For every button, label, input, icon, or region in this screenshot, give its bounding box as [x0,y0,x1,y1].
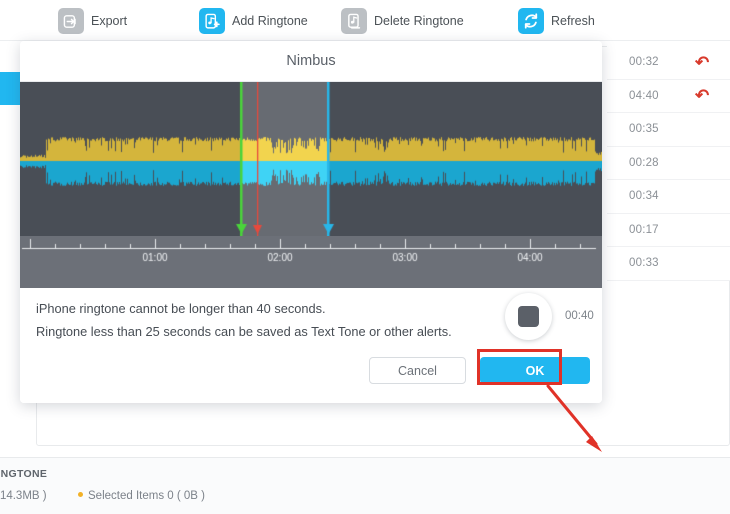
duration-cell: 04:40 [629,89,659,102]
dialog-ok-button[interactable]: OK [480,357,590,384]
duration-cell: 00:35 [629,123,659,136]
table-row[interactable]: 00:28 [607,147,730,180]
items-count-label: ems ( 14.3MB ) [0,490,47,502]
ringtone-editor-dialog: Nimbus iPhone ringtone cannot be longer … [20,41,602,403]
duration-column: 00:32 ↷ 04:40 ↷ 00:35 00:28 00:34 00:17 00:33 [607,46,730,281]
dialog-body: iPhone ringtone cannot be longer than 40… [20,288,602,403]
toolbar-label-add-ringtone: Add Ringtone [232,14,308,28]
sidebar-selected-chip[interactable] [0,72,21,105]
app-window: Export Add Ringtone Delete Ringtone Refr… [0,0,730,514]
dialog-message-line-2: Ringtone less than 25 seconds can be sav… [36,324,452,339]
table-row[interactable]: 00:33 [607,247,730,281]
toolbar-button-delete-ringtone[interactable]: Delete Ringtone [341,6,464,36]
bullet-dot-icon [78,492,83,497]
duration-cell: 00:28 [629,156,659,169]
toolbar-button-export[interactable]: Export [58,6,127,36]
toolbar-label-export: Export [91,14,128,28]
toolbar-label-delete-ringtone: Delete Ringtone [374,14,464,28]
duration-cell: 00:34 [629,190,659,203]
play-time-label: 00:40 [565,310,594,322]
waveform-editor[interactable] [20,82,602,288]
total-ringtone-label: TAL RINGTONE [0,468,48,480]
duration-cell: 00:17 [629,223,659,236]
stop-button[interactable] [505,293,552,340]
status-bar: TAL RINGTONE ems ( 14.3MB ) Selected Ite… [0,457,730,514]
undo-icon[interactable]: ↷ [695,86,709,105]
table-row[interactable]: 04:40 ↷ [607,80,730,113]
timeline-ruler-canvas [20,236,602,288]
table-row[interactable]: 00:17 [607,214,730,247]
table-row[interactable]: 00:32 ↷ [607,46,730,80]
stop-square-icon [518,306,539,327]
table-row[interactable]: 00:35 [607,113,730,147]
selected-items-label: Selected Items 0 ( 0B ) [78,490,205,502]
add-ringtone-icon [199,8,225,34]
dialog-title: Nimbus [20,41,602,82]
toolbar-label-refresh: Refresh [551,14,595,28]
dialog-message-line-1: iPhone ringtone cannot be longer than 40… [36,301,326,316]
delete-ringtone-icon [341,8,367,34]
toolbar: Export Add Ringtone Delete Ringtone Refr… [0,0,730,41]
refresh-icon [518,8,544,34]
duration-cell: 00:32 [629,56,659,69]
undo-icon[interactable]: ↷ [695,53,709,72]
toolbar-button-add-ringtone[interactable]: Add Ringtone [199,6,308,36]
duration-cell: 00:33 [629,257,659,270]
toolbar-button-refresh[interactable]: Refresh [518,6,595,36]
table-row[interactable]: 00:34 [607,180,730,214]
selected-items-text: Selected Items 0 ( 0B ) [88,490,205,502]
export-icon [58,8,84,34]
dialog-cancel-button[interactable]: Cancel [369,357,466,384]
